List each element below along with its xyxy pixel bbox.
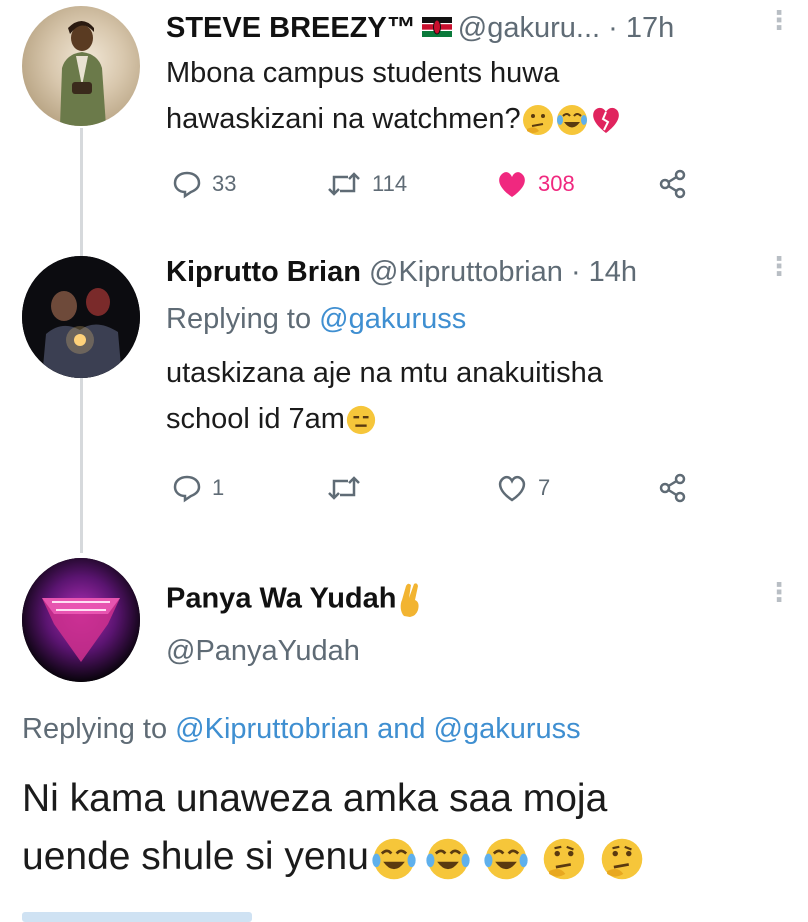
replying-label: Replying to bbox=[166, 303, 312, 335]
share-button[interactable] bbox=[658, 468, 688, 508]
like-icon bbox=[499, 172, 525, 197]
retweet-count: 114 bbox=[372, 171, 408, 196]
tweet3-replying: Replying to @Kipruttobrian and @gakuruss bbox=[22, 706, 581, 752]
tweet2-replying: Replying to @gakuruss bbox=[166, 296, 466, 342]
joy-face-emoji-icon bbox=[556, 105, 587, 136]
reply-count: 1 bbox=[212, 475, 225, 500]
thinking-face-emoji-icon bbox=[522, 105, 553, 136]
avatar-panya-wa-yudah[interactable] bbox=[22, 558, 140, 682]
tweet1-actions: 33 114 308 bbox=[166, 164, 726, 204]
tweet2-handle[interactable]: @Kipruttobrian bbox=[369, 256, 563, 288]
avatar-photo bbox=[22, 558, 140, 682]
tweet1-line-2: hawaskizani na watchmen? bbox=[166, 103, 521, 135]
joy-face-emoji-icon bbox=[372, 838, 416, 879]
tweet3-line-1: Ni kama unaweza amka saa moja bbox=[22, 777, 608, 820]
share-icon bbox=[659, 473, 686, 503]
more-icon[interactable]: ⋮ bbox=[766, 7, 792, 33]
tweet3-author-row: Panya Wa Yudah bbox=[166, 582, 424, 618]
tweet2-text: utaskizana aje na mtu anakuitisha school… bbox=[166, 350, 603, 442]
more-icon[interactable]: ⋮ bbox=[766, 253, 792, 279]
tweet1-handle[interactable]: @gakuru... bbox=[458, 12, 600, 44]
tweet1-text: Mbona campus students huwa hawaskizani n… bbox=[166, 50, 623, 142]
tweet2-time[interactable]: 14h bbox=[589, 256, 637, 288]
joy-face-emoji-icon bbox=[484, 838, 528, 879]
share-button[interactable] bbox=[658, 164, 688, 204]
kenya-flag-icon bbox=[421, 17, 452, 38]
reply-icon bbox=[173, 171, 201, 199]
avatar-photo bbox=[22, 256, 140, 378]
like-button[interactable]: 7 bbox=[496, 468, 550, 508]
replying-handle-link[interactable]: @gakuruss bbox=[319, 303, 466, 335]
tweet2-line-2: school id 7am bbox=[166, 403, 345, 435]
replying-and: and bbox=[377, 713, 426, 745]
thinking-face-emoji-icon bbox=[543, 838, 585, 879]
tweet2-header: Kiprutto Brian @Kipruttobrian · 14h bbox=[166, 256, 637, 289]
replying-handle-link-2[interactable]: @gakuruss bbox=[434, 713, 581, 745]
tweet1-line-2-row: hawaskizani na watchmen? bbox=[166, 96, 623, 142]
reply-button[interactable]: 1 bbox=[172, 468, 224, 508]
tweet2-line-1: utaskizana aje na mtu anakuitisha bbox=[166, 357, 603, 389]
like-count: 308 bbox=[538, 171, 575, 196]
tweet1-time[interactable]: 17h bbox=[626, 12, 674, 44]
tweet1-author[interactable]: STEVE BREEZY™ bbox=[166, 12, 416, 44]
crossed-fingers-emoji-icon bbox=[401, 583, 420, 617]
retweet-button[interactable]: 114 bbox=[326, 164, 407, 204]
tweet3-text: Ni kama unaweza amka saa moja uende shul… bbox=[22, 770, 651, 886]
tweet3-author[interactable]: Panya Wa Yudah bbox=[166, 583, 396, 615]
more-icon[interactable]: ⋮ bbox=[766, 579, 792, 605]
tweet1-line-1: Mbona campus students huwa bbox=[166, 57, 560, 89]
tweet1-header: STEVE BREEZY™ @gakuru... · 17h bbox=[166, 12, 674, 45]
tweet2-author[interactable]: Kiprutto Brian bbox=[166, 256, 361, 288]
reply-button[interactable]: 33 bbox=[172, 164, 236, 204]
tweet3-handle[interactable]: @PanyaYudah bbox=[166, 628, 360, 674]
like-button[interactable]: 308 bbox=[496, 164, 575, 204]
tweet2-actions: 1 7 bbox=[166, 468, 726, 508]
avatar-steve-breezy[interactable] bbox=[22, 6, 140, 126]
share-icon bbox=[659, 169, 686, 199]
expressionless-face-emoji-icon bbox=[346, 406, 376, 435]
like-icon bbox=[498, 475, 526, 502]
retweet-icon bbox=[328, 476, 360, 500]
like-count: 7 bbox=[538, 475, 551, 500]
tweet2-separator: · bbox=[570, 256, 581, 288]
tweet1-separator: · bbox=[608, 12, 618, 44]
tweet3-line-2: uende shule si yenu bbox=[22, 835, 369, 878]
tweet2-line-2-row: school id 7am bbox=[166, 396, 603, 442]
avatar-photo bbox=[60, 21, 106, 126]
avatar-kiprutto-brian[interactable] bbox=[22, 256, 140, 378]
thinking-face-emoji-icon bbox=[601, 838, 643, 879]
reply-count: 33 bbox=[212, 171, 237, 196]
broken-heart-emoji-icon bbox=[592, 108, 619, 134]
translate-tweet-link-cropped[interactable] bbox=[22, 912, 252, 922]
tweet3-line-2-row: uende shule si yenu bbox=[22, 828, 651, 886]
retweet-icon bbox=[328, 172, 360, 196]
replying-handle-link-1[interactable]: @Kipruttobrian bbox=[175, 713, 369, 745]
joy-face-emoji-icon bbox=[426, 838, 470, 879]
replying-label: Replying to bbox=[22, 713, 168, 745]
retweet-button[interactable] bbox=[326, 468, 362, 508]
reply-icon bbox=[173, 475, 201, 503]
